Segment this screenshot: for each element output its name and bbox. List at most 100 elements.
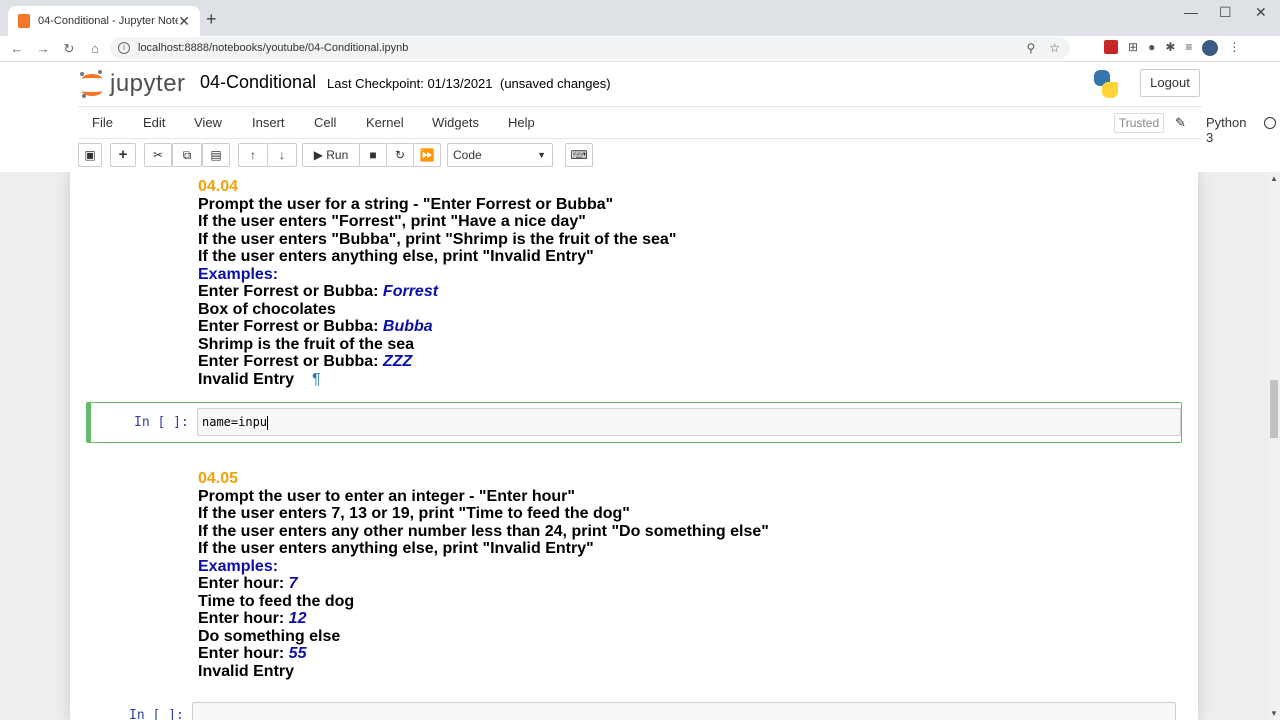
move-up-button[interactable]: ↑ [238,143,268,167]
insert-cell-button[interactable]: + [110,143,136,167]
media-icon[interactable]: ≡ [1185,40,1192,56]
back-icon[interactable]: ← [4,41,30,56]
logo-text: jupyter [110,70,186,97]
menu-kernel[interactable]: Kernel [366,115,404,130]
close-tab-icon[interactable]: ✕ [178,13,190,30]
jupyter-header: jupyter 04-Conditional Last Checkpoint: … [0,62,1280,106]
example-input: Bubba [382,318,433,335]
browser-tabbar: 04-Conditional - Jupyter Notebook ✕ + — … [0,0,1280,36]
menu-help[interactable]: Help [508,115,535,130]
address-bar-row: ← → ↻ ⌂ i localhost:8888/notebooks/youtu… [0,36,1280,62]
examples-label: Examples: [198,557,279,575]
forward-icon[interactable]: → [30,41,56,56]
instruction-line: If the user enters anything else, print … [198,248,594,265]
chevron-down-icon: ▼ [537,150,546,160]
restart-run-all-button[interactable]: ⏩ [413,143,441,167]
zoom-icon[interactable]: ⚲ [1026,41,1035,55]
code-cell[interactable]: In [ ]: [86,700,1182,720]
notebook-page: 04.04 Prompt the user for a string - "En… [70,172,1198,720]
copy-button[interactable]: ⧉ [172,143,202,167]
example-output: Invalid Entry [198,662,295,680]
kernel-name: Python 3 [1206,115,1247,145]
instruction-line: If the user enters any other number less… [198,522,769,540]
jupyter-logo[interactable]: jupyter [80,70,186,98]
example-output: Time to feed the dog [198,592,355,610]
menu-edit[interactable]: Edit [143,115,165,130]
extension-icon[interactable] [1104,40,1118,54]
run-button[interactable]: ▶ Run [302,143,360,167]
interrupt-button[interactable]: ■ [359,143,387,167]
instruction-line: If the user enters "Forrest", print "Hav… [198,213,586,230]
code-input[interactable]: name=inpu [197,408,1181,436]
example-line: Enter hour: 7 [198,575,298,592]
site-info-icon[interactable]: i [118,42,130,54]
example-input: ZZZ [382,353,413,370]
example-output: Do something else [198,627,341,645]
extension-icon[interactable]: ⊞ [1128,40,1138,56]
example-line: Enter hour: 55 [198,645,307,662]
menu-view[interactable]: View [194,115,222,130]
code-cell-selected[interactable]: In [ ]: name=inpu [86,402,1182,443]
example-output: Box of chocolates [198,300,336,318]
logout-button[interactable]: Logout [1140,69,1200,97]
trusted-badge[interactable]: Trusted [1114,113,1164,133]
restart-button[interactable]: ↻ [386,143,414,167]
jupyter-logo-icon [80,70,104,98]
minimize-icon[interactable]: — [1184,4,1198,20]
tab-title: 04-Conditional - Jupyter Notebook [38,15,179,27]
example-output: Shrimp is the fruit of the sea [198,335,415,353]
save-button[interactable]: ▣ [78,143,102,167]
markdown-cell-0405[interactable]: 04.05 Prompt the user to enter an intege… [198,470,769,680]
pilcrow-icon: ¶ [312,370,321,388]
notebook-toolbar: ▣ + ✂ ⧉ ▤ ↑ ↓ ▶ Run ■ ↻ ⏩ Code ▼ ⌨ [78,143,1202,169]
example-input: 55 [288,645,307,662]
example-input: 7 [288,575,298,592]
cut-button[interactable]: ✂ [144,143,172,167]
url-bar[interactable]: i localhost:8888/notebooks/youtube/04-Co… [110,37,1070,59]
scrollbar-thumb[interactable] [1270,380,1278,438]
url-text: localhost:8888/notebooks/youtube/04-Cond… [138,42,409,54]
cell-heading: 04.05 [198,470,239,487]
extension-icon[interactable]: ● [1148,40,1155,56]
example-line: Enter Forrest or Bubba: Forrest [198,283,439,300]
menu-kebab-icon[interactable]: ⋮ [1228,40,1240,56]
reload-icon[interactable]: ↻ [56,41,82,57]
example-line: Enter Forrest or Bubba: ZZZ [198,353,413,370]
python-logo-icon [1094,70,1118,98]
maximize-icon[interactable]: ☐ [1219,4,1232,21]
new-tab-icon[interactable]: + [206,9,217,30]
profile-avatar[interactable] [1202,40,1219,56]
cell-prompt: In [ ]: [129,708,184,720]
edit-pencil-icon[interactable]: ✎ [1175,115,1186,131]
menu-widgets[interactable]: Widgets [432,115,479,130]
example-output-line: Invalid Entry ¶ [198,370,321,388]
markdown-cell-0404[interactable]: 04.04 Prompt the user for a string - "En… [198,178,676,388]
cell-type-select[interactable]: Code ▼ [447,143,553,167]
puzzle-icon[interactable]: ✱ [1165,40,1175,56]
paste-button[interactable]: ▤ [202,143,230,167]
menu-file[interactable]: File [92,115,113,130]
scroll-up-icon[interactable]: ▲ [1270,174,1278,183]
notebook-container: 04.04 Prompt the user for a string - "En… [0,172,1268,720]
command-palette-button[interactable]: ⌨ [565,143,593,167]
example-line: Enter Forrest or Bubba: Bubba [198,318,433,335]
example-line: Enter hour: 12 [198,610,307,627]
scroll-down-icon[interactable]: ▼ [1270,709,1278,718]
extensions-area: ⊞ ● ✱ ≡ ⋮ [1104,40,1240,56]
code-input[interactable] [192,702,1176,720]
example-input: 12 [288,610,307,627]
notebook-title[interactable]: 04-Conditional [200,72,316,93]
instruction-line: Prompt the user to enter an integer - "E… [198,487,575,505]
cell-prompt: In [ ]: [134,415,189,430]
menu-insert[interactable]: Insert [252,115,285,130]
close-window-icon[interactable]: ✕ [1255,4,1267,21]
last-checkpoint: Last Checkpoint: 01/13/2021 [327,76,493,91]
menu-cell[interactable]: Cell [314,115,336,130]
move-down-button[interactable]: ↓ [267,143,297,167]
browser-tab[interactable]: 04-Conditional - Jupyter Notebook ✕ [8,6,200,36]
page-scrollbar[interactable]: ▲ ▼ [1268,172,1280,720]
run-play-icon: ▶ [313,148,327,162]
bookmark-star-icon[interactable]: ☆ [1049,41,1060,55]
home-icon[interactable]: ⌂ [82,41,108,56]
text-cursor [267,415,269,430]
